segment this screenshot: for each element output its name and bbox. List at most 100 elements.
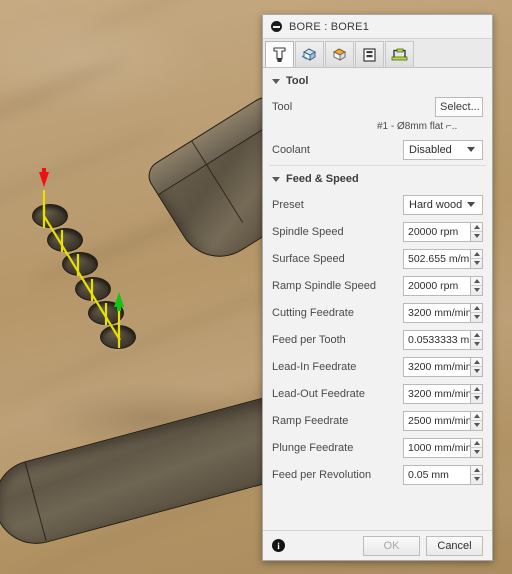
cancel-button[interactable]: Cancel <box>426 535 483 556</box>
plunge-feedrate-row[interactable]: Plunge Feedrate 1000 mm/min <box>263 434 492 461</box>
stepper-down-icon[interactable] <box>471 340 482 349</box>
dialog-tabbar[interactable] <box>263 39 492 68</box>
ok-button[interactable]: OK <box>363 535 420 556</box>
feed-per-revolution-input[interactable]: 0.05 mm <box>403 464 470 485</box>
cutting-feedrate-input[interactable]: 3200 mm/min <box>403 302 470 323</box>
stepper-up-icon[interactable] <box>471 358 482 367</box>
stepper-down-icon[interactable] <box>471 259 482 268</box>
stepper-down-icon[interactable] <box>471 475 482 484</box>
coolant-row[interactable]: Coolant Disabled <box>263 136 492 163</box>
orange-cube-icon <box>332 48 347 61</box>
ramp-spindle-speed-row[interactable]: Ramp Spindle Speed 20000 rpm <box>263 272 492 299</box>
ramp-spindle-speed-input[interactable]: 20000 rpm <box>403 275 470 296</box>
stepper-up-icon[interactable] <box>471 385 482 394</box>
lead-in-feedrate-input[interactable]: 3200 mm/min <box>403 356 470 377</box>
feed-per-tooth-input[interactable]: 0.0533333 mm <box>403 329 470 350</box>
spindle-speed-row[interactable]: Spindle Speed 20000 rpm <box>263 218 492 245</box>
section-header-tool[interactable]: Tool <box>263 68 492 93</box>
plunge-feedrate-stepper[interactable]: 1000 mm/min <box>403 437 483 458</box>
stepper-up-icon[interactable] <box>471 277 482 286</box>
feed-per-revolution-label: Feed per Revolution <box>272 468 372 481</box>
tab-geometry[interactable] <box>295 41 324 67</box>
surface-speed-row[interactable]: Surface Speed 502.655 m/min <box>263 245 492 272</box>
cutting-feedrate-stepper[interactable]: 3200 mm/min <box>403 302 483 323</box>
stepper-up-icon[interactable] <box>471 250 482 259</box>
preset-value: Hard wood <box>409 198 463 211</box>
stepper-down-icon[interactable] <box>471 367 482 376</box>
surface-speed-input[interactable]: 502.655 m/min <box>403 248 470 269</box>
bore-operation-dialog[interactable]: BORE : BORE1 Tool Tool Select... #1 - Ø8… <box>262 14 493 561</box>
dialog-panel[interactable]: Tool Tool Select... #1 - Ø8mm flat ⌐.. C… <box>263 68 492 531</box>
cutting-feedrate-label: Cutting Feedrate <box>272 306 354 319</box>
lead-out-feedrate-row[interactable]: Lead-Out Feedrate 3200 mm/min <box>263 380 492 407</box>
tool-description: #1 - Ø8mm flat ⌐.. <box>377 121 458 132</box>
ramp-feedrate-input[interactable]: 2500 mm/min <box>403 410 470 431</box>
stepper-arrows[interactable] <box>470 464 483 485</box>
chevron-down-icon <box>467 147 475 152</box>
stepper-arrows[interactable] <box>470 302 483 323</box>
stepper-arrows[interactable] <box>470 275 483 296</box>
blue-cube-icon <box>301 48 317 61</box>
tab-heights[interactable] <box>325 41 354 67</box>
stepper-down-icon[interactable] <box>471 394 482 403</box>
feed-per-tooth-stepper[interactable]: 0.0533333 mm <box>403 329 483 350</box>
stepper-down-icon[interactable] <box>471 286 482 295</box>
stepper-arrows[interactable] <box>470 410 483 431</box>
ramp-spindle-speed-stepper[interactable]: 20000 rpm <box>403 275 483 296</box>
preset-row[interactable]: Preset Hard wood <box>263 191 492 218</box>
stepper-arrows[interactable] <box>470 221 483 242</box>
ramp-feedrate-stepper[interactable]: 2500 mm/min <box>403 410 483 431</box>
section-title-tool: Tool <box>286 75 309 87</box>
stepper-arrows[interactable] <box>470 437 483 458</box>
stepper-up-icon[interactable] <box>471 331 482 340</box>
preset-combo[interactable]: Hard wood <box>403 194 483 215</box>
ramp-feedrate-label: Ramp Feedrate <box>272 414 349 427</box>
lead-in-feedrate-label: Lead-In Feedrate <box>272 360 357 373</box>
coolant-label: Coolant <box>272 143 310 156</box>
dialog-titlebar[interactable]: BORE : BORE1 <box>263 15 492 39</box>
stepper-down-icon[interactable] <box>471 448 482 457</box>
cutting-feedrate-row[interactable]: Cutting Feedrate 3200 mm/min <box>263 299 492 326</box>
ramp-spindle-speed-label: Ramp Spindle Speed <box>272 279 376 292</box>
surface-speed-stepper[interactable]: 502.655 m/min <box>403 248 483 269</box>
tool-row[interactable]: Tool Select... <box>263 93 492 120</box>
stepper-arrows[interactable] <box>470 248 483 269</box>
stepper-up-icon[interactable] <box>471 439 482 448</box>
stepper-down-icon[interactable] <box>471 232 482 241</box>
spindle-speed-stepper[interactable]: 20000 rpm <box>403 221 483 242</box>
stepper-arrows[interactable] <box>470 329 483 350</box>
tab-tool[interactable] <box>265 41 294 67</box>
stepper-up-icon[interactable] <box>471 412 482 421</box>
lead-in-feedrate-row[interactable]: Lead-In Feedrate 3200 mm/min <box>263 353 492 380</box>
stepper-up-icon[interactable] <box>471 466 482 475</box>
stepper-down-icon[interactable] <box>471 421 482 430</box>
chevron-down-icon <box>467 202 475 207</box>
preset-label: Preset <box>272 198 304 211</box>
stepper-arrows[interactable] <box>470 356 483 377</box>
passes-icon <box>363 48 376 62</box>
plunge-feedrate-input[interactable]: 1000 mm/min <box>403 437 470 458</box>
drill-tool-icon <box>273 46 286 62</box>
section-header-feed-speed[interactable]: Feed & Speed <box>263 166 492 191</box>
tab-linking[interactable] <box>385 41 414 67</box>
lead-out-feedrate-stepper[interactable]: 3200 mm/min <box>403 383 483 404</box>
lead-in-feedrate-stepper[interactable]: 3200 mm/min <box>403 356 483 377</box>
feed-per-revolution-row[interactable]: Feed per Revolution 0.05 mm <box>263 461 492 488</box>
caret-down-icon <box>272 176 280 182</box>
ramp-feedrate-row[interactable]: Ramp Feedrate 2500 mm/min <box>263 407 492 434</box>
toolpath-start-arrow <box>39 172 49 187</box>
spindle-speed-input[interactable]: 20000 rpm <box>403 221 470 242</box>
feed-per-revolution-stepper[interactable]: 0.05 mm <box>403 464 483 485</box>
lead-out-feedrate-label: Lead-Out Feedrate <box>272 387 365 400</box>
stepper-up-icon[interactable] <box>471 304 482 313</box>
stepper-down-icon[interactable] <box>471 313 482 322</box>
stepper-up-icon[interactable] <box>471 223 482 232</box>
tool-select-button[interactable]: Select... <box>435 96 483 117</box>
lead-out-feedrate-input[interactable]: 3200 mm/min <box>403 383 470 404</box>
feed-per-tooth-row[interactable]: Feed per Tooth 0.0533333 mm <box>263 326 492 353</box>
coolant-combo[interactable]: Disabled <box>403 139 483 160</box>
stepper-arrows[interactable] <box>470 383 483 404</box>
info-icon[interactable]: i <box>272 539 285 552</box>
tab-passes[interactable] <box>355 41 384 67</box>
dialog-title: BORE : BORE1 <box>289 20 370 33</box>
